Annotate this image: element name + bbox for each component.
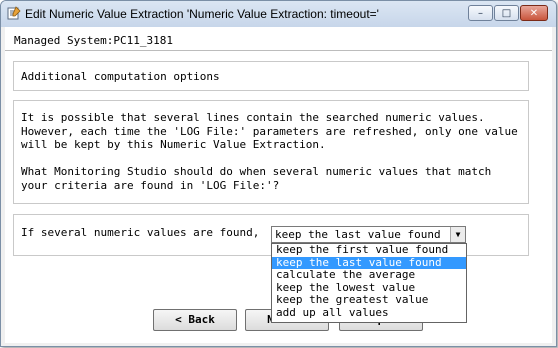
dropdown-option[interactable]: keep the first value found	[272, 243, 466, 257]
description-panel: It is possible that several lines contai…	[13, 100, 529, 204]
title-bar[interactable]: Edit Numeric Value Extraction 'Numeric V…	[1, 1, 556, 27]
dropdown-option[interactable]: calculate the average	[272, 269, 466, 282]
minimize-button[interactable]: –	[468, 5, 493, 21]
dialog-content: Managed System:PC11_3181 Additional comp…	[5, 27, 552, 343]
dropdown-option[interactable]: add up all values	[272, 306, 466, 320]
managed-system-label: Managed System:PC11_3181	[14, 34, 173, 47]
question-label: If several numeric values are found,	[21, 226, 260, 239]
dialog-window: Edit Numeric Value Extraction 'Numeric V…	[0, 0, 557, 347]
description-text: It is possible that several lines contai…	[21, 111, 518, 192]
back-button[interactable]: < Back	[153, 309, 237, 331]
header-divider	[5, 50, 552, 51]
computation-select[interactable]: keep the last value found ▼	[271, 226, 466, 243]
close-button[interactable]: ✕	[520, 5, 548, 21]
select-value: keep the last value found	[275, 228, 441, 241]
chevron-down-icon[interactable]: ▼	[450, 227, 465, 242]
app-icon	[7, 6, 21, 20]
window-title: Edit Numeric Value Extraction 'Numeric V…	[25, 7, 379, 21]
section-title: Additional computation options	[21, 70, 220, 83]
maximize-button[interactable]: □	[494, 5, 519, 21]
computation-dropdown-list: keep the first value found keep the last…	[271, 243, 467, 323]
section-title-panel: Additional computation options	[13, 61, 529, 91]
